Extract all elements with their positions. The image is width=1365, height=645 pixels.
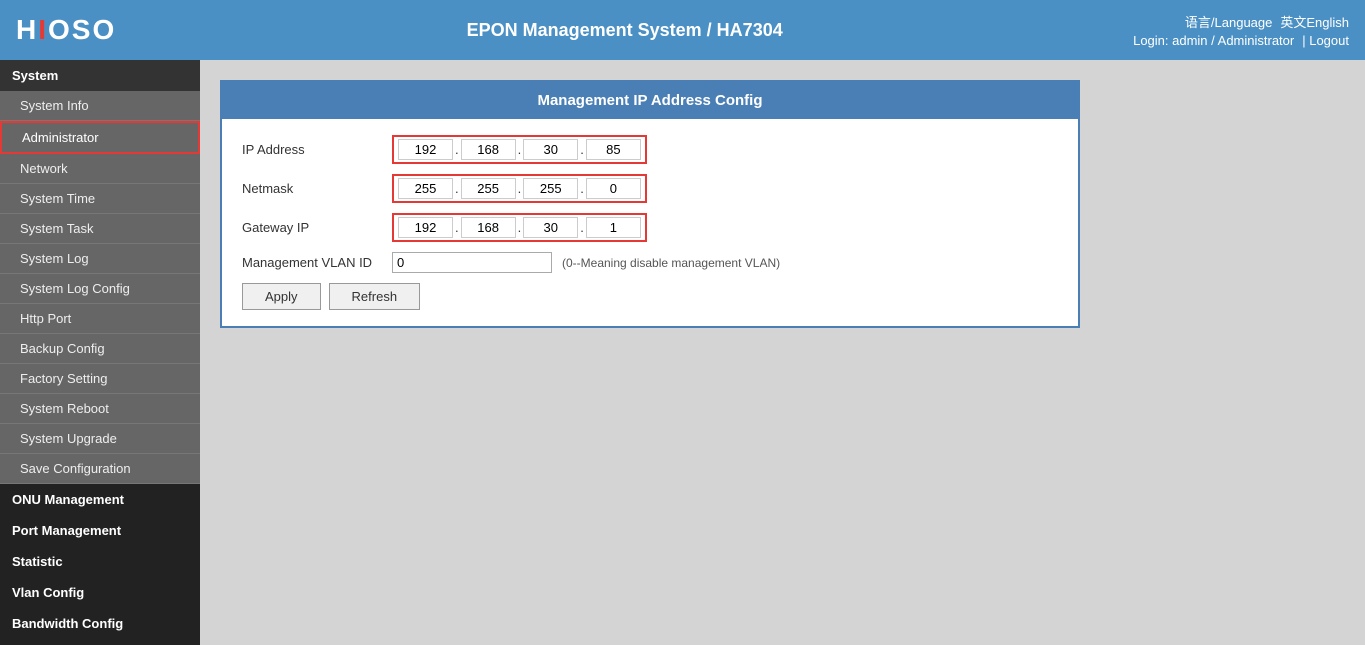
- sidebar-group-system[interactable]: System: [0, 60, 200, 91]
- netmask-octet-4[interactable]: [586, 178, 641, 199]
- ip-sep-2: .: [516, 142, 524, 157]
- sidebar: System System Info Administrator Network…: [0, 60, 200, 645]
- vlan-input[interactable]: [392, 252, 552, 273]
- sidebar-item-network[interactable]: Network: [0, 154, 200, 184]
- sidebar-group-statistic[interactable]: Statistic: [0, 546, 200, 577]
- netmask-octet-3[interactable]: [523, 178, 578, 199]
- sidebar-item-system-task[interactable]: System Task: [0, 214, 200, 244]
- button-row: Apply Refresh: [242, 283, 1058, 310]
- gateway-octet-4[interactable]: [586, 217, 641, 238]
- ip-sep-1: .: [453, 142, 461, 157]
- header-title: EPON Management System / HA7304: [467, 20, 783, 41]
- login-row: Login: admin / Administrator | Logout: [1133, 33, 1349, 48]
- ip-octet-3[interactable]: [523, 139, 578, 160]
- card-title: Management IP Address Config: [222, 82, 1078, 119]
- login-text: Login: admin / Administrator: [1133, 33, 1294, 48]
- refresh-button[interactable]: Refresh: [329, 283, 421, 310]
- sidebar-item-system-time[interactable]: System Time: [0, 184, 200, 214]
- sidebar-item-system-log-config[interactable]: System Log Config: [0, 274, 200, 304]
- vlan-note: (0--Meaning disable management VLAN): [562, 256, 780, 270]
- ip-address-row: IP Address . . .: [242, 135, 1058, 164]
- language-row: 语言/Language 英文English: [1185, 12, 1349, 31]
- gateway-label: Gateway IP: [242, 220, 392, 235]
- gateway-row: Gateway IP . . .: [242, 213, 1058, 242]
- nm-sep-1: .: [453, 181, 461, 196]
- gw-sep-1: .: [453, 220, 461, 235]
- sidebar-item-system-upgrade[interactable]: System Upgrade: [0, 424, 200, 454]
- netmask-octet-1[interactable]: [398, 178, 453, 199]
- logo-area: HIOSO: [16, 14, 116, 46]
- sidebar-group-onu[interactable]: ONU Management: [0, 484, 200, 515]
- logout-link[interactable]: | Logout: [1302, 33, 1349, 48]
- sidebar-group-olt-mac[interactable]: OLT Mac Config: [0, 639, 200, 645]
- content-area: Management IP Address Config IP Address …: [200, 60, 1365, 645]
- apply-button[interactable]: Apply: [242, 283, 321, 310]
- sidebar-group-port[interactable]: Port Management: [0, 515, 200, 546]
- sidebar-group-bandwidth[interactable]: Bandwidth Config: [0, 608, 200, 639]
- sidebar-item-backup-config[interactable]: Backup Config: [0, 334, 200, 364]
- nm-sep-3: .: [578, 181, 586, 196]
- gw-sep-2: .: [516, 220, 524, 235]
- gateway-octet-3[interactable]: [523, 217, 578, 238]
- netmask-octet-2[interactable]: [461, 178, 516, 199]
- header: HIOSO EPON Management System / HA7304 语言…: [0, 0, 1365, 60]
- ip-octet-1[interactable]: [398, 139, 453, 160]
- ip-address-label: IP Address: [242, 142, 392, 157]
- vlan-row: Management VLAN ID (0--Meaning disable m…: [242, 252, 1058, 273]
- main-layout: System System Info Administrator Network…: [0, 60, 1365, 645]
- ip-sep-3: .: [578, 142, 586, 157]
- logo-red-letter: I: [38, 14, 48, 45]
- sidebar-group-vlan[interactable]: Vlan Config: [0, 577, 200, 608]
- header-right: 语言/Language 英文English Login: admin / Adm…: [1133, 12, 1349, 48]
- sidebar-item-save-configuration[interactable]: Save Configuration: [0, 454, 200, 484]
- gw-sep-3: .: [578, 220, 586, 235]
- ip-octet-4[interactable]: [586, 139, 641, 160]
- netmask-label: Netmask: [242, 181, 392, 196]
- netmask-row: Netmask . . .: [242, 174, 1058, 203]
- management-ip-card: Management IP Address Config IP Address …: [220, 80, 1080, 328]
- gateway-octet-1[interactable]: [398, 217, 453, 238]
- ip-octet-2[interactable]: [461, 139, 516, 160]
- logo: HIOSO: [16, 14, 116, 46]
- sidebar-item-system-info[interactable]: System Info: [0, 91, 200, 121]
- lang-label: 语言/Language: [1185, 12, 1272, 31]
- card-body: IP Address . . . Netmask: [222, 119, 1078, 326]
- sidebar-item-administrator[interactable]: Administrator: [0, 121, 200, 154]
- sidebar-item-factory-setting[interactable]: Factory Setting: [0, 364, 200, 394]
- sidebar-item-http-port[interactable]: Http Port: [0, 304, 200, 334]
- nm-sep-2: .: [516, 181, 524, 196]
- netmask-group: . . .: [392, 174, 647, 203]
- vlan-label: Management VLAN ID: [242, 255, 392, 270]
- ip-address-group: . . .: [392, 135, 647, 164]
- lang-value[interactable]: 英文English: [1280, 12, 1349, 31]
- sidebar-item-system-reboot[interactable]: System Reboot: [0, 394, 200, 424]
- gateway-group: . . .: [392, 213, 647, 242]
- sidebar-item-system-log[interactable]: System Log: [0, 244, 200, 274]
- gateway-octet-2[interactable]: [461, 217, 516, 238]
